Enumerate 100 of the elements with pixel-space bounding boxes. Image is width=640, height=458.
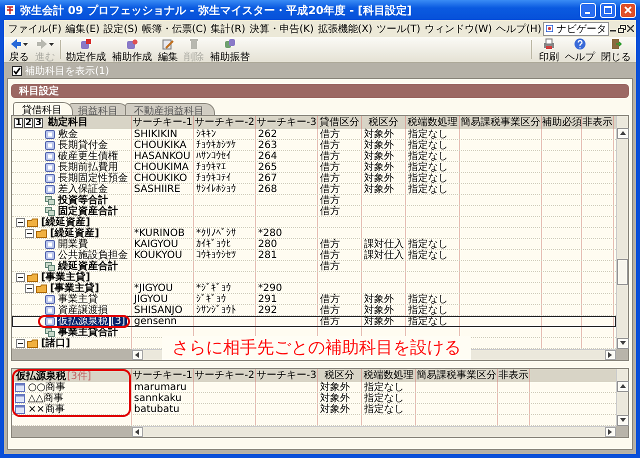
table-row[interactable]: [繰延資産] *KURINOB *ｸﾘﾉﾍﾞｼｻ *280 bbox=[12, 228, 616, 239]
menu-item[interactable]: ツール(T) bbox=[374, 22, 422, 36]
tab[interactable]: 貸借科目 bbox=[13, 102, 73, 115]
scroll-left-button[interactable] bbox=[132, 350, 143, 360]
table-row[interactable]: 繰延資産合計 借方 bbox=[12, 261, 616, 272]
caret-icon[interactable] bbox=[23, 42, 28, 46]
table-cell: 借方 bbox=[318, 140, 362, 150]
table-row[interactable]: [事業主貸] *JIGYOU *ｼﾞｷﾞｮｳ *290 bbox=[12, 283, 616, 294]
toolbar-button[interactable]: 編集 bbox=[155, 37, 181, 62]
restore-button[interactable] bbox=[618, 23, 626, 34]
scroll-up-button[interactable] bbox=[617, 128, 629, 139]
horizontal-scrollbar[interactable] bbox=[132, 426, 616, 437]
table-row[interactable]: 公共施設負担金 KOUKYOU ｺｳｷｮｳｼｾﾂ 281 借方 課対仕入 指定なし bbox=[12, 250, 616, 261]
scroll-up-button[interactable] bbox=[617, 381, 629, 392]
menu-item[interactable]: ファイル(F) bbox=[6, 22, 64, 36]
menu-item[interactable]: ヘルプ(H) bbox=[494, 22, 544, 36]
table-cell: 291 bbox=[256, 294, 318, 304]
scroll-down-button[interactable] bbox=[617, 338, 629, 349]
level-button[interactable]: 3 bbox=[34, 118, 43, 128]
table-row[interactable]: 長期前払費用 CHOUKIMA ﾁｮｳｷﾏｴ 265 借方 対象外 指定なし bbox=[12, 162, 616, 173]
column-title: 勘定科目 bbox=[48, 116, 89, 129]
table-row[interactable]: △△商事 sannkaku 対象外 指定なし bbox=[12, 393, 616, 404]
account-name: 長期固定性預金 bbox=[57, 173, 129, 184]
table-cell: SHIKIKIN bbox=[132, 129, 194, 139]
account-name: 差入保証金 bbox=[58, 184, 109, 195]
table-cell: 指定なし bbox=[406, 184, 460, 194]
level-button[interactable]: 1 bbox=[14, 118, 23, 128]
checkbox[interactable] bbox=[12, 66, 22, 76]
table-cell: 指定なし bbox=[406, 173, 460, 183]
app-logo-icon bbox=[4, 4, 16, 16]
menu-item[interactable]: 編集(E) bbox=[64, 22, 102, 36]
table-cell: 指定なし bbox=[406, 151, 460, 161]
table-row[interactable]: 資産譲渡損 SHISANJO ｼｻﾝｼﾞｮｳﾄ 292 借方 対象外 指定なし bbox=[12, 305, 616, 316]
toolbar-button[interactable]: ヘルプ bbox=[562, 37, 598, 62]
toolbar-button[interactable]: 印刷 bbox=[536, 37, 562, 62]
navigator-button[interactable]: ナビゲータ bbox=[543, 22, 610, 36]
toolbar-button[interactable]: 戻る bbox=[6, 37, 32, 62]
sub-account-count: [3件] bbox=[67, 370, 92, 382]
table-cell: *JIGYOU bbox=[132, 283, 194, 293]
tab[interactable]: 不動産損益科目 bbox=[125, 103, 215, 115]
menu-item[interactable]: 拡張機能(X) bbox=[316, 22, 374, 36]
new-account-icon bbox=[80, 38, 92, 50]
printer-icon bbox=[543, 38, 555, 50]
table-cell: 課対仕入 bbox=[362, 250, 406, 260]
collapse-icon[interactable] bbox=[25, 229, 34, 238]
level-button[interactable]: 2 bbox=[24, 118, 33, 128]
menu-item[interactable]: 設定(S) bbox=[102, 22, 140, 36]
minimize-button[interactable] bbox=[580, 2, 596, 18]
menu-item[interactable]: ウィンドウ(W) bbox=[422, 22, 494, 36]
table-row[interactable]: [事業主貸] bbox=[12, 272, 616, 283]
account-name: 公共施設負担金 bbox=[58, 250, 129, 261]
toolbar-button[interactable]: 勘定作成 bbox=[63, 37, 109, 62]
table-row[interactable]: 敷金 SHIKIKIN ｼｷｷﾝ 262 借方 対象外 指定なし bbox=[12, 129, 616, 140]
toolbar-button[interactable]: 補助作成 bbox=[109, 37, 155, 62]
collapse-icon[interactable] bbox=[16, 339, 25, 348]
table-row[interactable]: 事業主貸 JIGYOU ｼﾞｷﾞｮｳ 291 借方 対象外 指定なし bbox=[12, 294, 616, 305]
table-row[interactable]: 投資等合計 借方 bbox=[12, 195, 616, 206]
table-cell: 借方 bbox=[318, 129, 362, 139]
collapse-icon[interactable] bbox=[16, 218, 25, 227]
table-cell: 263 bbox=[256, 140, 318, 150]
collapse-icon[interactable] bbox=[16, 273, 25, 282]
scroll-down-button[interactable] bbox=[617, 415, 629, 426]
table-row[interactable]: [繰延資産] bbox=[12, 217, 616, 228]
table-cell: 指定なし bbox=[406, 294, 460, 304]
down-arrow-icon bbox=[619, 416, 627, 424]
table-row[interactable]: 差入保証金 SASHIIRE ｻｼｲﾚﾎｼｮｳ 268 借方 対象外 指定なし bbox=[12, 184, 616, 195]
table-cell: KOUKYOU bbox=[132, 250, 194, 260]
table-cell: 課対仕入 bbox=[362, 239, 406, 249]
sub-account-name: △△商事 bbox=[27, 393, 64, 404]
scroll-right-button[interactable] bbox=[605, 350, 616, 360]
account-name: 固定資産合計 bbox=[58, 206, 119, 217]
menu-item[interactable]: 集計(R) bbox=[208, 22, 248, 36]
maximize-button[interactable] bbox=[600, 2, 616, 18]
collapse-icon[interactable] bbox=[25, 284, 34, 293]
close-button[interactable] bbox=[627, 23, 634, 34]
table-cell: SHISANJO bbox=[132, 305, 194, 315]
scroll-right-button[interactable] bbox=[605, 427, 616, 437]
toolbar-button[interactable]: 閉じる bbox=[598, 37, 634, 62]
scroll-left-button[interactable] bbox=[132, 427, 143, 437]
table-row[interactable]: ○○商事 marumaru 対象外 指定なし bbox=[12, 382, 616, 393]
panel-title: 科目設定 bbox=[11, 84, 629, 98]
table-row[interactable]: 開業費 KAIGYOU ｶｲｷﾞｮｳﾋ 280 借方 課対仕入 指定なし bbox=[12, 239, 616, 250]
vertical-scrollbar[interactable] bbox=[616, 116, 628, 349]
table-row[interactable]: 固定資産合計 借方 bbox=[12, 206, 616, 217]
toolbar-button[interactable]: 補助振替 bbox=[207, 37, 253, 62]
right-arrow-icon bbox=[606, 351, 614, 359]
scrollbar-thumb[interactable] bbox=[617, 259, 628, 285]
account-name: 破産更生債権 bbox=[57, 151, 119, 162]
table-row[interactable]: 長期固定性預金 CHOUKIKO ﾁｮｳｷｺﾃｲ 267 借方 対象外 指定なし bbox=[12, 173, 616, 184]
menu-item[interactable]: 帳簿・伝票(C) bbox=[140, 22, 209, 36]
account-name: [繰延資産] bbox=[49, 228, 100, 239]
table-row[interactable]: ××商事 batubatu 対象外 指定なし bbox=[12, 404, 616, 415]
account-name: 長期前払費用 bbox=[57, 162, 119, 173]
table-row[interactable]: 破産更生債権 HASANKOU ﾊｻﾝｺｳｾｲ 264 借方 対象外 指定なし bbox=[12, 151, 616, 162]
account-name: [諸口] bbox=[40, 338, 72, 349]
vertical-scrollbar[interactable] bbox=[616, 369, 628, 426]
table-cell: 対象外 bbox=[362, 184, 406, 194]
table-row[interactable]: 長期貸付金 CHOUKIKA ﾁｮｳｷｶｼﾂｹ 263 借方 対象外 指定なし bbox=[12, 140, 616, 151]
table-cell: CHOUKIMA bbox=[132, 162, 194, 172]
menu-item[interactable]: 決算・申告(K) bbox=[247, 22, 316, 36]
